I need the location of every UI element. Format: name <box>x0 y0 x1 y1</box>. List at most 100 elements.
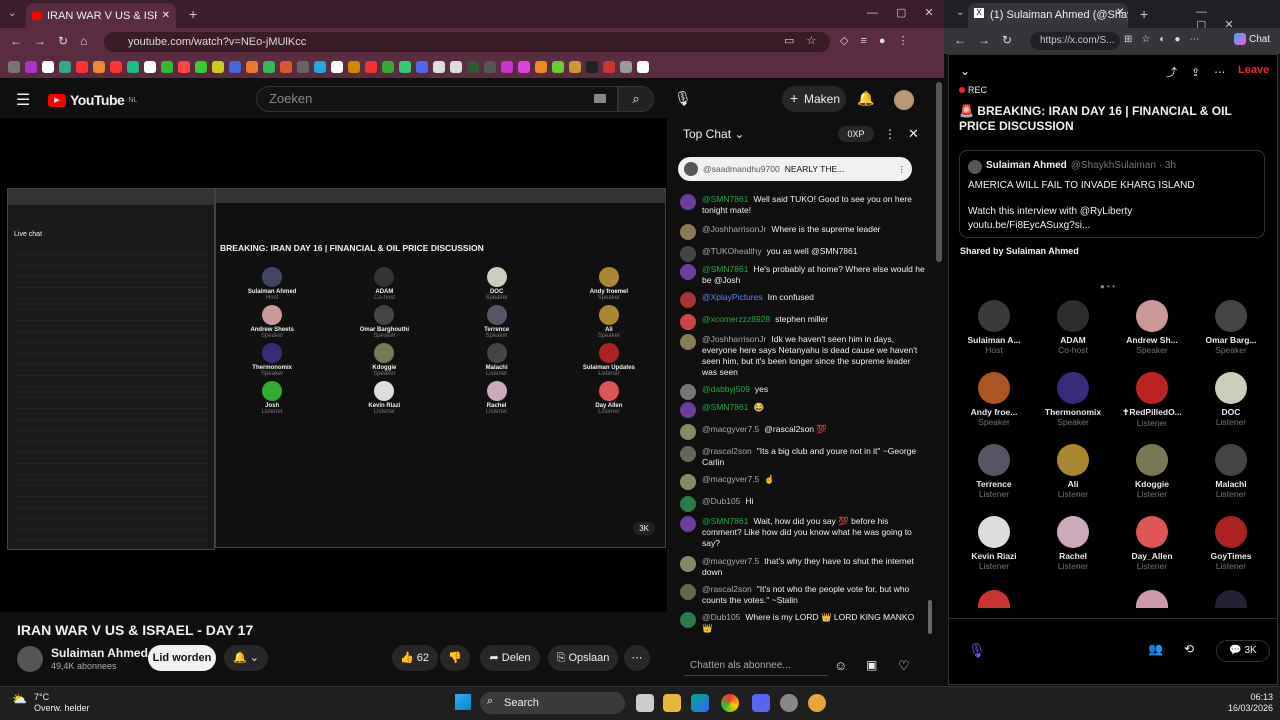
chrome-icon[interactable] <box>721 694 739 712</box>
bookmark-icon[interactable] <box>348 61 360 73</box>
space-participant[interactable]: ✝RedPilledO... Listener <box>1119 372 1185 428</box>
file-explorer-icon[interactable] <box>663 694 681 712</box>
space-participant[interactable]: Omar Barg... Speaker <box>1198 300 1264 355</box>
chat-message[interactable]: @Dub105 Hi <box>680 496 926 512</box>
space-participant[interactable]: GoyTimes Listener <box>1198 516 1264 571</box>
bookmark-icon[interactable] <box>484 61 496 73</box>
chat-message[interactable]: @SMN7861 Well said TUKO! Good to see you … <box>680 194 926 216</box>
chat-username[interactable]: @dabbyj509 <box>702 384 750 394</box>
app-icon[interactable] <box>808 694 826 712</box>
chat-username[interactable]: @macgyver7.5 <box>702 424 759 434</box>
weather-icon[interactable]: ⛅ <box>12 692 27 706</box>
tab-list-icon[interactable]: ⌄ <box>956 7 964 18</box>
space-participant[interactable]: Terrence Listener <box>961 444 1027 499</box>
new-tab-icon[interactable]: + <box>1140 6 1148 22</box>
bookmark-icon[interactable] <box>501 61 513 73</box>
bookmark-icon[interactable] <box>399 61 411 73</box>
chat-message[interactable]: @Dub105 Where is my LORD 👑 LORD KING MANK… <box>680 612 926 634</box>
chat-username[interactable]: @xcomerzzz8928 <box>702 314 770 324</box>
space-participant[interactable]: Rachel Listener <box>1040 516 1106 571</box>
tab-close-icon[interactable]: ✕ <box>162 10 170 21</box>
space-participant[interactable]: DOC Listener <box>1198 372 1264 427</box>
chat-scrollbar[interactable] <box>928 600 932 634</box>
retweet-icon[interactable]: ⟲ <box>1184 642 1194 656</box>
tab-youtube[interactable]: IRAN WAR V US & ISRAEL ✕ <box>26 3 176 28</box>
bookmark-icon[interactable] <box>433 61 445 73</box>
dislike-button[interactable]: 👎 <box>440 645 470 671</box>
bookmark-icon[interactable] <box>331 61 343 73</box>
bookmark-icon[interactable] <box>586 61 598 73</box>
space-participant[interactable]: Ali Listener <box>1040 444 1106 499</box>
more-actions-button[interactable]: ⋯ <box>624 645 650 671</box>
bookmark-icon[interactable] <box>280 61 292 73</box>
bookmark-icon[interactable] <box>382 61 394 73</box>
bookmark-icon[interactable] <box>620 61 632 73</box>
browser-action-icons[interactable]: ⊞☆◐●⋯ <box>1124 34 1208 45</box>
chat-username[interactable]: @JoshharrisonJr <box>702 334 766 344</box>
chat-username[interactable]: @SMN7861 <box>702 402 748 412</box>
extensions-icon[interactable]: ◇≡●⋮ <box>840 34 921 47</box>
bookmark-icon[interactable] <box>212 61 224 73</box>
nav-buttons[interactable]: ←→↻ <box>954 33 1024 47</box>
leave-button[interactable]: Leave <box>1238 64 1269 76</box>
search-button[interactable]: ⌕ <box>618 86 654 112</box>
heart-icon[interactable]: ♡ <box>898 658 910 674</box>
avatar[interactable] <box>894 90 914 110</box>
bookmark-icon[interactable] <box>127 61 139 73</box>
chat-button[interactable]: Chat <box>1234 33 1270 45</box>
chat-message[interactable]: @rascal2son "Its a big club and youre not… <box>680 446 926 468</box>
bookmark-icon[interactable] <box>246 61 258 73</box>
bookmark-icon[interactable] <box>76 61 88 73</box>
bookmark-icon[interactable] <box>297 61 309 73</box>
like-button[interactable]: 👍 62 <box>392 645 438 671</box>
chat-username[interactable]: @XplayPictures <box>702 292 763 302</box>
xp-badge[interactable]: 0XP <box>838 126 874 142</box>
start-icon[interactable] <box>455 694 471 710</box>
tab-list-icon[interactable]: ⌄ <box>8 8 16 19</box>
chat-message[interactable]: @XplayPictures Im confused <box>680 292 926 308</box>
pinned-more-icon[interactable]: ⋮ <box>898 164 907 175</box>
space-participant[interactable]: Thermonomix Speaker <box>1040 372 1106 427</box>
chat-username[interactable]: @macgyver7.5 <box>702 556 759 566</box>
app-icon[interactable] <box>780 694 798 712</box>
bookmark-icon[interactable] <box>229 61 241 73</box>
chat-message[interactable]: @SMN7861 😂 <box>680 402 926 418</box>
bookmark-icon[interactable] <box>110 61 122 73</box>
chat-message[interactable]: @rascal2son "It's not who the people vote… <box>680 584 926 606</box>
chat-close-icon[interactable]: ✕ <box>908 126 919 142</box>
window-controls[interactable]: —▢✕ <box>867 6 952 19</box>
superchat-icon[interactable]: ▣ <box>866 658 877 672</box>
bookmark-icon[interactable] <box>552 61 564 73</box>
chat-username[interactable]: @macgyver7.5 <box>702 474 759 484</box>
chat-message[interactable]: @xcomerzzz8928 stephen miller <box>680 314 926 330</box>
channel-name[interactable]: Sulaiman Ahmed <box>51 646 148 660</box>
url-field[interactable]: youtube.com/watch?v=NEo-jMUlKcc <box>104 32 830 52</box>
chat-username[interactable]: @TUKOhealthy <box>702 246 762 256</box>
channel-avatar[interactable] <box>17 646 43 672</box>
search-input[interactable]: Zoeken <box>256 86 618 112</box>
bookmark-icon[interactable] <box>93 61 105 73</box>
bookmark-icon[interactable] <box>59 61 71 73</box>
chat-username[interactable]: @SMN7861 <box>702 516 748 526</box>
chat-message[interactable]: @SMN7861 Wait, how did you say 💯 before h… <box>680 516 926 549</box>
chat-message[interactable]: @macgyver7.5 ☝ <box>680 474 926 490</box>
space-participant[interactable]: Andy froe... Speaker <box>961 372 1027 427</box>
chat-username[interactable]: @Dub105 <box>702 612 740 622</box>
bookmark-icon[interactable] <box>195 61 207 73</box>
space-action-icons[interactable]: ⤴⇪⋯ <box>1166 64 1239 80</box>
join-button[interactable]: Lid worden <box>148 645 216 671</box>
tab-close-icon[interactable]: ✕ <box>1116 7 1124 18</box>
space-participant[interactable]: Andrew Sh... Speaker <box>1119 300 1185 355</box>
bookmark-icon[interactable] <box>518 61 530 73</box>
tab-x[interactable]: (1) Sulaiman Ahmed (@ShaykhSula <box>968 3 1128 28</box>
comments-button[interactable]: 💬 3K <box>1216 640 1270 662</box>
chat-username[interactable]: @Dub105 <box>702 496 740 506</box>
bookmark-icon[interactable] <box>535 61 547 73</box>
bell-icon[interactable]: 🔔 <box>857 90 874 107</box>
bookmark-icon[interactable] <box>144 61 156 73</box>
save-button[interactable]: ⎘ Opslaan <box>548 645 618 671</box>
chat-input[interactable]: Chatten als abonnee... <box>684 656 828 676</box>
space-participant[interactable]: Day_Allen Listener <box>1119 516 1185 571</box>
url-field[interactable]: https://x.com/S... <box>1030 32 1120 50</box>
bookmark-icon[interactable] <box>603 61 615 73</box>
